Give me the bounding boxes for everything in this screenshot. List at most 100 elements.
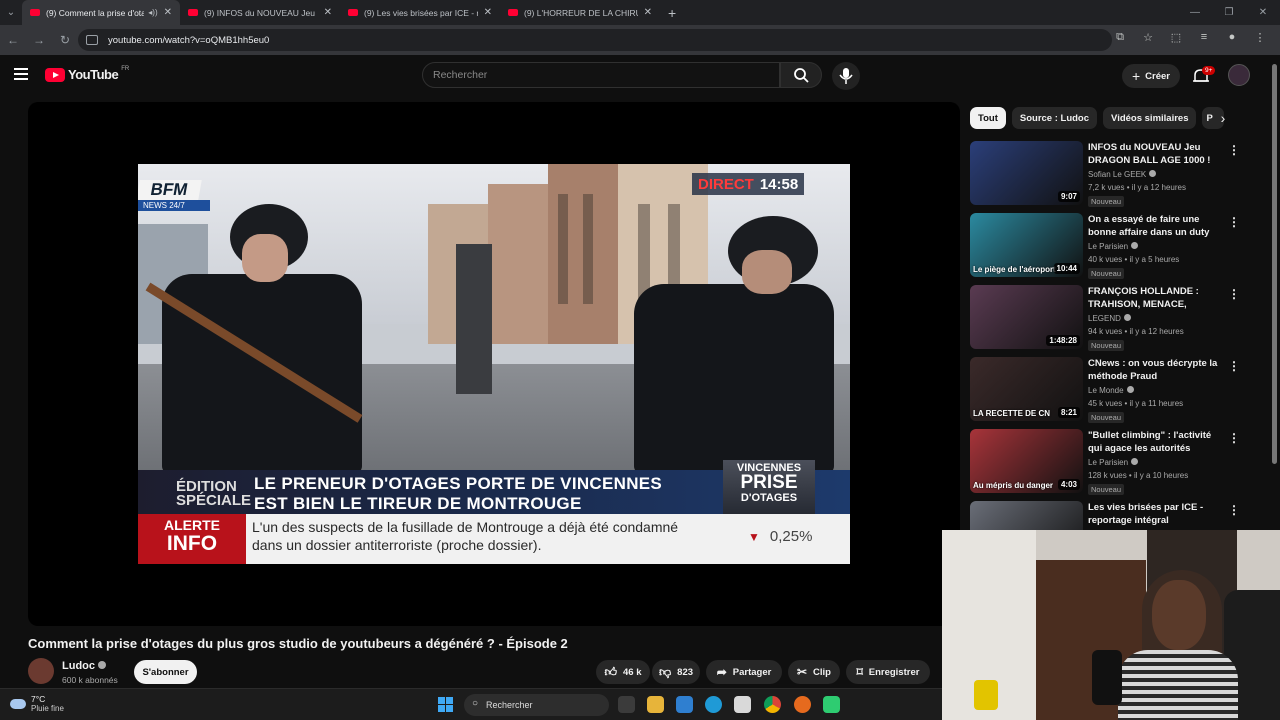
recommendation-item[interactable]: 1:48:28 FRANÇOIS HOLLANDE : TRAHISON, MEN… (970, 285, 1270, 351)
more-options-icon[interactable]: ⋮ (1228, 287, 1240, 301)
browser-tab-2[interactable]: (9) INFOS du NOUVEAU Jeu DR ✕ (180, 0, 340, 25)
bookmark-star-icon[interactable]: ☆ (1134, 31, 1162, 44)
edge-icon[interactable] (705, 696, 722, 713)
video-thumbnail[interactable]: Le piège de l'aéroport 10:44 (970, 213, 1083, 277)
recommendation-item[interactable]: Le piège de l'aéroport 10:44 On a essayé d… (970, 213, 1270, 279)
reload-icon[interactable]: ↻ (52, 33, 78, 47)
channel-text: Le Parisien (1088, 242, 1129, 251)
alert-box: ALERTE INFO (138, 514, 246, 564)
close-tab-icon[interactable]: ✕ (644, 7, 652, 18)
store-icon[interactable] (676, 696, 693, 713)
recommendation-title[interactable]: Les vies brisées par ICE - reportage int… (1088, 501, 1228, 527)
channel-name[interactable]: Ludoc (62, 660, 106, 672)
search-icon (794, 68, 809, 83)
back-icon[interactable]: ← (0, 33, 26, 47)
more-options-icon[interactable]: ⋮ (1228, 215, 1240, 229)
app-icon[interactable] (823, 696, 840, 713)
microsoft-store-icon[interactable] (734, 696, 751, 713)
recommendation-title[interactable]: INFOS du NOUVEAU Jeu DRAGON BALL AGE 100… (1088, 141, 1228, 167)
taskbar-search[interactable]: Rechercher (464, 694, 609, 716)
recommendation-channel[interactable]: Le Monde (1088, 386, 1134, 395)
video-duration: 10:44 (1053, 263, 1080, 274)
close-tab-icon[interactable]: ✕ (484, 7, 492, 18)
like-button[interactable]: 👍︎ 46 k (596, 660, 650, 684)
channel-text: Le Monde (1088, 386, 1124, 395)
youtube-logo[interactable]: YouTube FR (45, 66, 129, 82)
address-bar[interactable]: youtube.com/watch?v=oQMB1hh5eu0 (78, 29, 1112, 51)
browser-tab-4[interactable]: (9) L'HORREUR DE LA CHIRURG ✕ (500, 0, 660, 25)
channel-text: LEGEND (1088, 314, 1121, 323)
recommendation-item[interactable]: LA RECETTE DE CN 8:21 CNews : on vous décr… (970, 357, 1270, 423)
channel-avatar[interactable] (28, 658, 54, 684)
voice-search-button[interactable] (832, 62, 860, 90)
recommendation-title[interactable]: "Bullet climbing" : l'activité qui agace… (1088, 429, 1228, 455)
browser-tab-3[interactable]: (9) Les vies brisées par ICE - rep ✕ (340, 0, 500, 25)
chip-all[interactable]: Tout (970, 107, 1006, 129)
thumbnail-caption: Au mépris du danger (973, 481, 1054, 490)
save-label: Enregistrer (868, 666, 920, 678)
account-avatar[interactable] (1228, 64, 1250, 86)
recommendation-item[interactable]: Au mépris du danger 4:03 "Bullet climbing"… (970, 429, 1270, 495)
new-tab-button[interactable]: + (668, 5, 676, 21)
search-input[interactable]: Rechercher (422, 62, 780, 88)
share-button[interactable]: ➦ Partager (706, 660, 782, 684)
task-view-icon[interactable] (618, 696, 635, 713)
dislike-count: 823 (677, 666, 694, 678)
more-options-icon[interactable]: ⋮ (1228, 503, 1240, 517)
recommendation-title[interactable]: On a essayé de faire une bonne affaire d… (1088, 213, 1228, 239)
recommendation-channel[interactable]: Le Parisien (1088, 458, 1139, 467)
chip-source[interactable]: Source : Ludoc (1011, 107, 1098, 129)
close-tab-icon[interactable]: ✕ (164, 7, 172, 18)
video-thumbnail[interactable]: Au mépris du danger 4:03 (970, 429, 1083, 493)
cast-icon[interactable]: ⧉ (1106, 31, 1134, 44)
browser-tab-1[interactable]: (9) Comment la prise d'otag ◂)) ✕ (22, 0, 180, 25)
close-tab-icon[interactable]: ✕ (324, 7, 332, 18)
speaker-icon[interactable]: ◂)) (148, 8, 157, 17)
video-thumbnail[interactable]: 1:48:28 (970, 285, 1083, 349)
forward-icon[interactable]: → (26, 33, 52, 47)
create-button[interactable]: + Créer (1122, 64, 1180, 88)
close-window-icon[interactable]: ✕ (1246, 7, 1280, 18)
chip-similar[interactable]: Vidéos similaires (1103, 107, 1197, 129)
profile-icon[interactable]: ● (1218, 31, 1246, 44)
recommendation-channel[interactable]: Le Parisien (1088, 242, 1139, 251)
more-options-icon[interactable]: ⋮ (1228, 143, 1240, 157)
chrome-icon[interactable] (764, 696, 781, 713)
video-player[interactable]: BFM NEWS 24/7 DIRECT 14:58 ÉDITION SPÉCI… (28, 102, 960, 626)
clip-button[interactable]: ✂ Clip (788, 660, 840, 684)
site-info-icon[interactable] (86, 35, 98, 45)
browser-menu-icon[interactable]: ⋮ (1246, 31, 1274, 44)
window-controls: — ❐ ✕ (1178, 0, 1280, 25)
ticker-text: L'un des suspects de la fusillade de Mon… (252, 519, 679, 553)
subscribe-button[interactable]: S'abonner (134, 660, 197, 684)
minimize-icon[interactable]: — (1178, 7, 1212, 18)
weather-widget[interactable]: 7°C Pluie fine (10, 694, 64, 714)
maximize-icon[interactable]: ❐ (1212, 7, 1246, 18)
tab-search-icon[interactable]: ⌄ (0, 0, 22, 25)
recommendation-item[interactable]: 9:07 INFOS du NOUVEAU Jeu DRAGON BALL AGE… (970, 141, 1270, 207)
more-options-icon[interactable]: ⋮ (1228, 431, 1240, 445)
extensions-icon[interactable]: ⬚ (1162, 31, 1190, 44)
media-icon[interactable]: ≡ (1190, 31, 1218, 44)
recommendation-channel[interactable]: Sofian Le GEEK (1088, 170, 1157, 179)
menu-icon[interactable] (14, 68, 28, 80)
file-explorer-icon[interactable] (647, 696, 664, 713)
windows-start-icon[interactable] (438, 697, 454, 713)
dislike-button[interactable]: 👎︎ 823 (652, 660, 700, 684)
more-options-icon[interactable]: ⋮ (1228, 359, 1240, 373)
search-button[interactable] (780, 62, 822, 88)
recommendation-title[interactable]: FRANÇOIS HOLLANDE : TRAHISON, MENACE, MA… (1088, 285, 1228, 311)
chevron-right-icon[interactable]: › (1212, 108, 1234, 130)
market-value-text: 0,25% (769, 528, 813, 545)
video-thumbnail[interactable]: LA RECETTE DE CN 8:21 (970, 357, 1083, 421)
video-thumbnail[interactable]: 9:07 (970, 141, 1083, 205)
youtube-favicon-icon (348, 9, 358, 16)
firefox-icon[interactable] (794, 696, 811, 713)
tab-title: (9) INFOS du NOUVEAU Jeu DR (204, 7, 318, 18)
recommendation-channel[interactable]: LEGEND (1088, 314, 1131, 323)
tab-title: (9) L'HORREUR DE LA CHIRURG (524, 7, 638, 18)
browser-toolbar: ← → ↻ youtube.com/watch?v=oQMB1hh5eu0 ⧉ … (0, 25, 1280, 55)
youtube-favicon-icon (508, 9, 518, 16)
save-button[interactable]: ⌑ Enregistrer (846, 660, 930, 684)
recommendation-title[interactable]: CNews : on vous décrypte la méthode Prau… (1088, 357, 1228, 383)
